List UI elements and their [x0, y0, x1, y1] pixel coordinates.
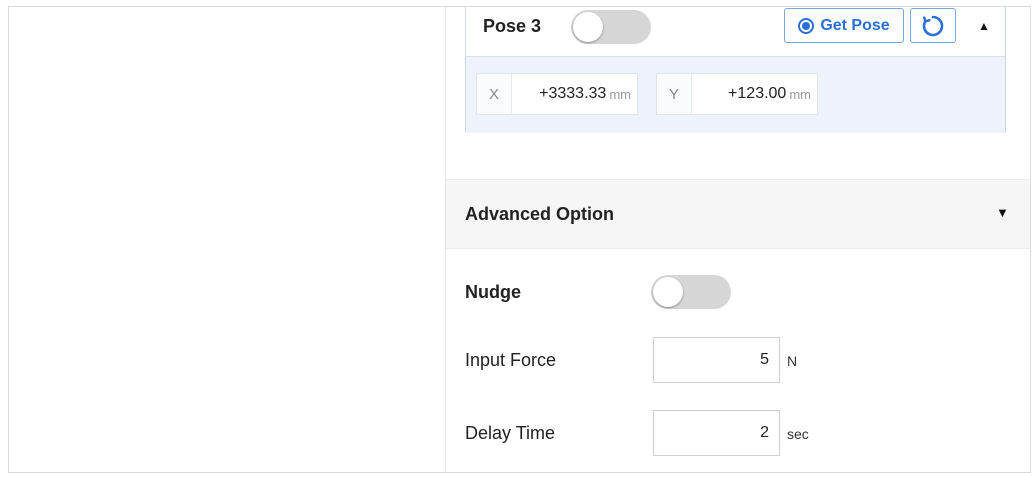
get-pose-button[interactable]: Get Pose [784, 8, 904, 43]
advanced-option-header[interactable]: Advanced Option ▼ [446, 179, 1030, 249]
refresh-button[interactable] [910, 8, 956, 43]
delay-time-unit: sec [787, 426, 809, 442]
advanced-option-title: Advanced Option [465, 204, 615, 224]
toggle-knob [573, 12, 603, 42]
input-force-field[interactable]: 5 [653, 337, 780, 383]
coord-x-field[interactable]: X +3333.33 mm [476, 73, 638, 115]
pose-enable-toggle[interactable] [571, 10, 651, 44]
input-force-unit: N [787, 353, 798, 369]
coord-axis-label: X [477, 74, 512, 114]
coord-y-field[interactable]: Y +123.00 mm [656, 73, 818, 115]
expand-down-icon[interactable]: ▼ [996, 205, 1009, 220]
pose-coordinates: X +3333.33 mm Y +123.00 mm [466, 56, 1005, 133]
settings-panel: Pose 3 Get Pose ▲ X +3333.33 mm Y +123.0… [445, 7, 1030, 472]
coord-unit: mm [609, 86, 631, 102]
pose-card: Pose 3 Get Pose ▲ X +3333.33 mm Y +123.0… [465, 7, 1006, 133]
input-force-label: Input Force [465, 350, 557, 370]
coord-unit: mm [789, 86, 811, 102]
toggle-knob [653, 277, 683, 307]
collapse-up-icon[interactable]: ▲ [978, 19, 990, 33]
app-frame: Pose 3 Get Pose ▲ X +3333.33 mm Y +123.0… [8, 6, 1031, 473]
delay-time-label: Delay Time [465, 423, 556, 443]
nudge-toggle[interactable] [651, 275, 731, 309]
delay-time-field[interactable]: 2 [653, 410, 780, 456]
left-pane [9, 7, 445, 472]
pose-header: Pose 3 Get Pose ▲ [466, 7, 1005, 56]
coord-y-value: +123.00 [728, 85, 787, 102]
get-pose-label: Get Pose [820, 16, 890, 34]
coord-axis-label: Y [657, 74, 692, 114]
pose-title: Pose 3 [483, 16, 542, 36]
refresh-icon [922, 15, 944, 36]
radio-target-icon [798, 17, 815, 34]
coord-x-value: +3333.33 [539, 85, 607, 102]
nudge-label: Nudge [465, 282, 521, 302]
